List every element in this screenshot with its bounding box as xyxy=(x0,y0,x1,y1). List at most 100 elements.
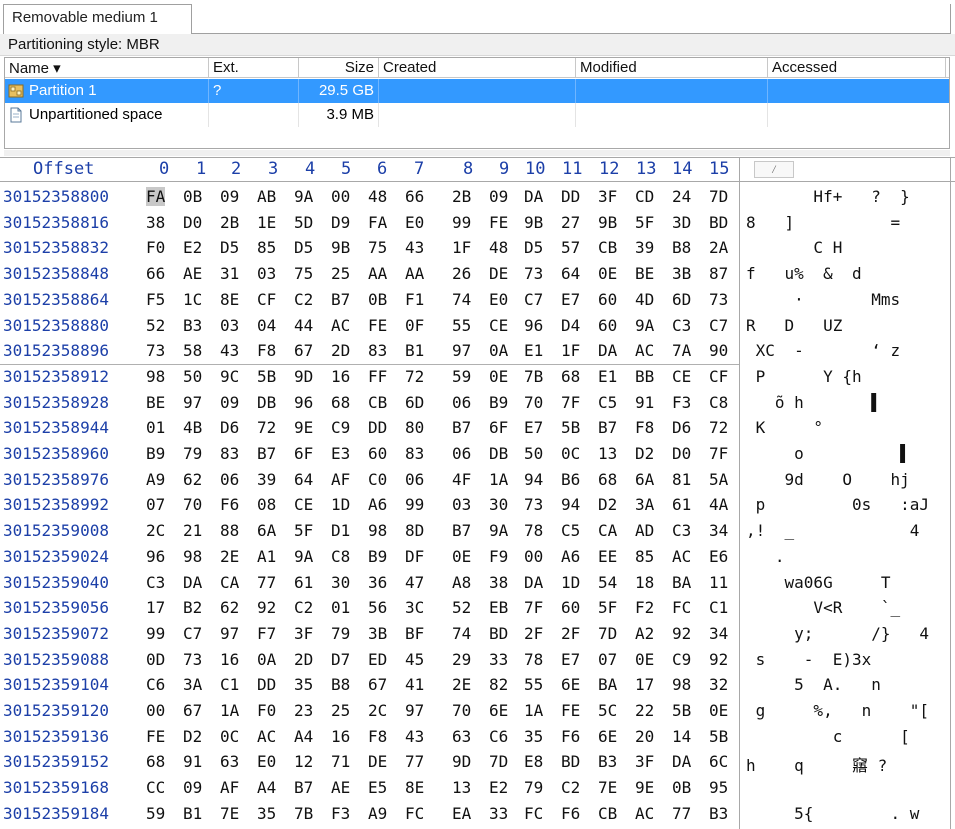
hex-byte[interactable]: 50 xyxy=(524,444,543,463)
hex-ascii[interactable]: 5 A. n xyxy=(746,675,881,694)
hex-byte[interactable]: 6A xyxy=(635,470,654,489)
hex-byte[interactable]: 30 xyxy=(489,495,508,514)
hex-byte[interactable]: FF xyxy=(368,367,387,386)
hex-byte[interactable]: D0 xyxy=(672,444,691,463)
hex-byte[interactable]: 63 xyxy=(220,752,239,771)
hex-ascii[interactable]: o ▌ xyxy=(746,444,910,463)
hex-byte[interactable]: 77 xyxy=(672,804,691,823)
hex-byte[interactable]: 17 xyxy=(635,675,654,694)
hex-byte[interactable]: 6F xyxy=(294,444,313,463)
hex-byte[interactable]: 39 xyxy=(257,470,276,489)
hex-byte[interactable]: 3F xyxy=(598,187,617,206)
hex-byte[interactable]: F1 xyxy=(405,290,424,309)
hex-byte[interactable]: E3 xyxy=(331,444,350,463)
hex-byte[interactable]: 77 xyxy=(405,752,424,771)
hex-byte[interactable]: 9E xyxy=(635,778,654,797)
hex-byte[interactable]: 98 xyxy=(183,547,202,566)
hex-byte[interactable]: 9D xyxy=(294,367,313,386)
hex-byte[interactable]: 6E xyxy=(598,727,617,746)
hex-byte[interactable]: A8 xyxy=(452,573,471,592)
hex-byte[interactable]: DD xyxy=(257,675,276,694)
hex-byte[interactable]: 8E xyxy=(405,778,424,797)
hex-byte[interactable]: 6F xyxy=(489,418,508,437)
hex-byte[interactable]: 59 xyxy=(452,367,471,386)
hex-ascii[interactable]: f u% & d xyxy=(746,264,862,283)
hex-byte[interactable]: 47 xyxy=(405,573,424,592)
hex-byte[interactable]: 4D xyxy=(635,290,654,309)
hex-byte[interactable]: D2 xyxy=(635,444,654,463)
hex-byte[interactable]: 0E xyxy=(489,367,508,386)
hex-byte[interactable]: E0 xyxy=(489,290,508,309)
hex-byte[interactable]: 79 xyxy=(524,778,543,797)
hex-byte[interactable]: 74 xyxy=(452,624,471,643)
hex-ascii[interactable]: . xyxy=(746,547,785,566)
hex-byte[interactable]: F9 xyxy=(489,547,508,566)
hex-ascii[interactable]: g %, n "[ xyxy=(746,701,929,720)
hex-byte[interactable]: 9B xyxy=(331,238,350,257)
hex-byte[interactable]: CB xyxy=(598,238,617,257)
hex-byte[interactable]: 63 xyxy=(452,727,471,746)
hex-byte[interactable]: 4F xyxy=(452,470,471,489)
hex-byte[interactable]: 3F xyxy=(294,624,313,643)
hex-byte[interactable]: 1A xyxy=(524,701,543,720)
hex-ascii[interactable]: K ° xyxy=(746,418,823,437)
hex-byte[interactable]: 0A xyxy=(489,341,508,360)
hex-byte[interactable]: 34 xyxy=(709,624,728,643)
hex-byte[interactable]: 98 xyxy=(146,367,165,386)
hex-byte[interactable]: 92 xyxy=(257,598,276,617)
hex-cursor-byte[interactable]: FA xyxy=(146,187,166,206)
hex-byte[interactable]: 20 xyxy=(635,727,654,746)
hex-byte[interactable]: C9 xyxy=(672,650,691,669)
hex-byte[interactable]: 64 xyxy=(294,470,313,489)
hex-byte[interactable]: CA xyxy=(220,573,239,592)
hex-byte[interactable]: 13 xyxy=(452,778,471,797)
hex-byte[interactable]: 2B xyxy=(220,213,239,232)
hex-byte[interactable]: 91 xyxy=(183,752,202,771)
hex-byte[interactable]: 6E xyxy=(561,675,580,694)
hex-byte[interactable]: 1C xyxy=(183,290,202,309)
hex-byte[interactable]: 45 xyxy=(405,650,424,669)
hex-byte[interactable]: 07 xyxy=(146,495,165,514)
hex-byte[interactable]: CC xyxy=(146,778,165,797)
hex-byte[interactable]: FE xyxy=(146,727,165,746)
hex-byte[interactable]: 43 xyxy=(405,238,424,257)
hex-byte[interactable]: 78 xyxy=(524,650,543,669)
hex-byte[interactable]: 57 xyxy=(561,238,580,257)
hex-byte[interactable]: DE xyxy=(489,264,508,283)
hex-byte[interactable]: A9 xyxy=(146,470,165,489)
hex-byte[interactable]: C1 xyxy=(709,598,728,617)
hex-byte[interactable]: 25 xyxy=(331,264,350,283)
hex-byte[interactable]: 9E xyxy=(294,418,313,437)
hex-byte[interactable]: 2C xyxy=(368,701,387,720)
hex-byte[interactable]: 73 xyxy=(709,290,728,309)
hex-byte[interactable]: DA xyxy=(183,573,202,592)
hex-byte[interactable]: 85 xyxy=(635,547,654,566)
hex-byte[interactable]: F2 xyxy=(635,598,654,617)
hex-byte[interactable]: C2 xyxy=(294,598,313,617)
hex-byte[interactable]: EA xyxy=(452,804,471,823)
hex-byte[interactable]: FE xyxy=(489,213,508,232)
hex-byte[interactable]: A6 xyxy=(561,547,580,566)
hex-byte[interactable]: 55 xyxy=(452,316,471,335)
hex-byte[interactable]: B2 xyxy=(183,598,202,617)
hex-byte[interactable]: 67 xyxy=(183,701,202,720)
hex-byte[interactable]: 3D xyxy=(672,213,691,232)
hex-byte[interactable]: A4 xyxy=(294,727,313,746)
hex-byte[interactable]: B7 xyxy=(294,778,313,797)
hex-byte[interactable]: 66 xyxy=(146,264,165,283)
hex-byte[interactable]: 7D xyxy=(709,187,728,206)
hex-byte[interactable]: 88 xyxy=(220,521,239,540)
hex-byte[interactable]: B7 xyxy=(452,418,471,437)
hex-ascii[interactable]: V<R `_ xyxy=(746,598,900,617)
hex-byte[interactable]: F8 xyxy=(257,341,276,360)
hex-byte[interactable]: C5 xyxy=(561,521,580,540)
hex-byte[interactable]: 1E xyxy=(257,213,276,232)
hex-byte[interactable]: 0C xyxy=(220,727,239,746)
hex-byte[interactable]: 6D xyxy=(672,290,691,309)
column-header-size[interactable]: Size xyxy=(299,58,379,78)
hex-byte[interactable]: C3 xyxy=(146,573,165,592)
hex-byte[interactable]: 3C xyxy=(405,598,424,617)
hex-ascii[interactable]: h q 窹 ? xyxy=(746,752,887,776)
hex-byte[interactable]: B9 xyxy=(146,444,165,463)
hex-byte[interactable]: 25 xyxy=(331,701,350,720)
